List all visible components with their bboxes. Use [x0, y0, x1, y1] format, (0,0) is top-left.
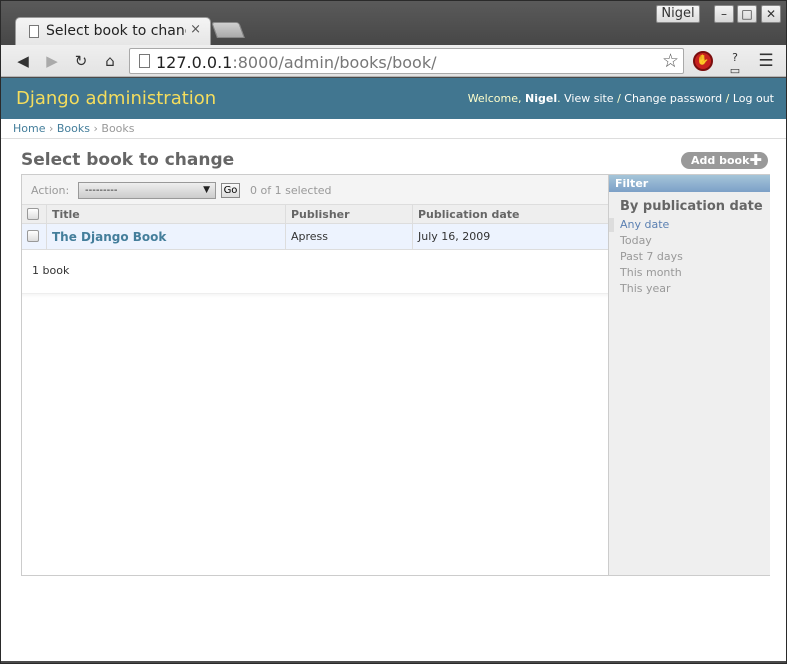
actions-bar: Action: --------- ▼ Go 0 of 1 selected [22, 175, 608, 205]
paginator: 1 book [22, 250, 608, 294]
filter-options: Any date Today Past 7 days This month Th… [609, 217, 770, 297]
home-icon[interactable]: ⌂ [99, 50, 121, 72]
back-icon[interactable]: ◀ [12, 50, 34, 72]
url-text: 127.0.0.1:8000/admin/books/book/ [156, 53, 437, 72]
welcome-text: Welcome, [467, 92, 522, 105]
filter-title: By publication date [620, 199, 763, 214]
book-publisher: Apress [285, 224, 412, 249]
adblock-stop-icon[interactable]: ✋ [693, 51, 713, 71]
address-bar[interactable]: 127.0.0.1:8000/admin/books/book/ ☆ [129, 48, 684, 74]
breadcrumb-books-app[interactable]: Books [57, 122, 90, 135]
page-title: Select book to change [21, 150, 235, 170]
new-tab-button[interactable] [211, 22, 245, 38]
action-label: Action: [31, 184, 70, 197]
table-row: The Django Book Apress July 16, 2009 [22, 224, 608, 250]
table-header: Title Publisher Publication date [22, 205, 608, 224]
book-title-link[interactable]: The Django Book [52, 230, 166, 244]
site-brand[interactable]: Django administration [16, 88, 216, 109]
plus-icon: ✚ [749, 151, 762, 169]
changelist: Action: --------- ▼ Go 0 of 1 selected T… [21, 174, 770, 576]
add-book-label: Add book [691, 154, 750, 167]
breadcrumb-home[interactable]: Home [13, 122, 45, 135]
filter-option-this-year[interactable]: This year [609, 281, 770, 297]
tab-close-icon[interactable]: × [190, 22, 201, 37]
selection-counter: 0 of 1 selected [250, 184, 332, 197]
menu-icon[interactable]: ☰ [757, 52, 775, 70]
profile-button[interactable]: Nigel [656, 5, 700, 23]
browser-toolbar: ◀ ▶ ↻ ⌂ 127.0.0.1:8000/admin/books/book/… [1, 45, 786, 77]
filter-sidebar: Filter By publication date Any date Toda… [608, 175, 770, 575]
browser-window: Select book to change × Nigel – □ ✕ ◀ ▶ … [0, 0, 787, 664]
go-button[interactable]: Go [221, 183, 240, 198]
action-select-value: --------- [85, 185, 118, 196]
username: Nigel [525, 92, 558, 105]
filter-option-today[interactable]: Today [609, 233, 770, 249]
breadcrumb-current: Books [101, 122, 135, 135]
filter-option-this-month[interactable]: This month [609, 265, 770, 281]
tab-strip: Select book to change × Nigel – □ ✕ [1, 1, 786, 45]
column-header-publication-date[interactable]: Publication date [412, 205, 608, 223]
page-icon [29, 25, 39, 38]
forward-icon[interactable]: ▶ [41, 50, 63, 72]
close-window-button[interactable]: ✕ [761, 5, 781, 23]
tab-title: Select book to change [46, 23, 186, 39]
row-checkbox[interactable] [27, 230, 39, 242]
maximize-button[interactable]: □ [737, 5, 757, 23]
filter-option-past-7-days[interactable]: Past 7 days [609, 249, 770, 265]
log-out-link[interactable]: Log out [733, 92, 774, 105]
user-tools: Welcome, Nigel. View site / Change passw… [467, 92, 774, 105]
extension-icon[interactable]: ? ▭ [725, 51, 745, 77]
browser-tab[interactable]: Select book to change × [15, 17, 211, 45]
column-header-publisher[interactable]: Publisher [285, 205, 412, 223]
minimize-button[interactable]: – [714, 5, 734, 23]
change-password-link[interactable]: Change password [624, 92, 722, 105]
view-site-link[interactable]: View site [564, 92, 613, 105]
action-select[interactable]: --------- ▼ [78, 182, 216, 199]
admin-header: Django administration Welcome, Nigel. Vi… [1, 78, 786, 119]
chevron-down-icon: ▼ [203, 185, 210, 195]
reload-icon[interactable]: ↻ [70, 50, 92, 72]
page-content: Django administration Welcome, Nigel. Vi… [1, 78, 786, 661]
select-all-checkbox[interactable] [27, 208, 39, 220]
bookmark-star-icon[interactable]: ☆ [662, 50, 679, 72]
column-header-title[interactable]: Title [46, 205, 285, 223]
book-publication-date: July 16, 2009 [412, 224, 608, 249]
filter-header: Filter [609, 175, 770, 192]
add-book-button[interactable]: Add book ✚ [681, 152, 768, 169]
breadcrumb: Home › Books › Books [1, 119, 786, 139]
filter-option-any-date[interactable]: Any date [609, 217, 770, 233]
page-icon [139, 54, 150, 68]
